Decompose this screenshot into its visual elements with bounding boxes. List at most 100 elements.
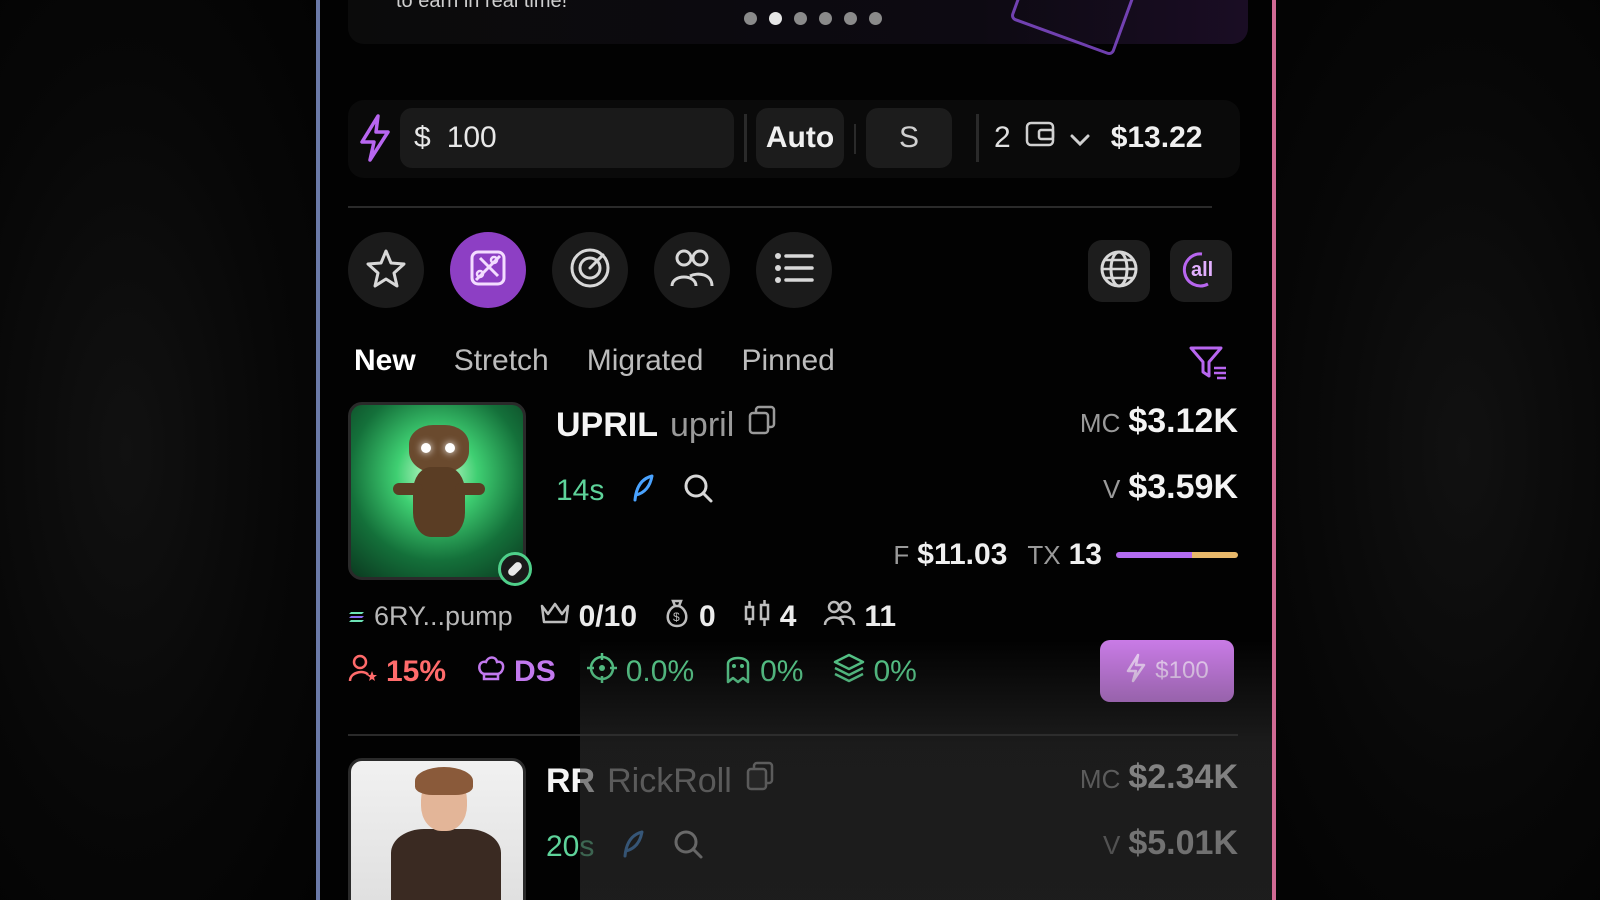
radar-button[interactable]	[552, 232, 628, 308]
pump-feed-button[interactable]	[450, 232, 526, 308]
volume-label: V	[1103, 474, 1121, 504]
dev-holdings-stat: $ 0	[663, 598, 716, 635]
users-icon	[668, 246, 716, 295]
market-cap-label: MC	[1079, 408, 1121, 438]
all-filter-button[interactable]: all	[1170, 240, 1232, 302]
market-cap-value: $2.34K	[1128, 758, 1238, 796]
favorites-button[interactable]	[348, 232, 424, 308]
filter-button[interactable]	[1188, 344, 1228, 385]
star-icon	[364, 246, 408, 295]
token-card[interactable]: RR RickRoll 20s MC $2.34K V $5.01K	[348, 758, 1238, 900]
globe-button[interactable]	[1088, 240, 1150, 302]
quick-buy-bar: $ 100 Auto S 2 $13.22	[348, 100, 1240, 178]
radar-icon	[567, 245, 613, 296]
search-icon[interactable]	[672, 828, 704, 865]
candles-stat: 4	[742, 598, 797, 635]
buy-ratio-fill	[1116, 552, 1192, 558]
token-name: RickRoll	[607, 762, 732, 800]
token-image-figure	[391, 829, 501, 900]
card-divider	[348, 734, 1238, 736]
token-image[interactable]	[348, 402, 526, 580]
insider-stat: 0%	[724, 652, 803, 692]
token-address[interactable]: 6RY...pump	[348, 601, 513, 633]
token-age: 20s	[546, 829, 595, 863]
token-meta-row: 14s	[556, 472, 714, 509]
carousel-dot[interactable]	[794, 12, 807, 25]
volume-label: V	[1103, 830, 1121, 860]
money-bag-icon: $	[663, 598, 691, 635]
buy-amount-input[interactable]: $ 100	[400, 108, 734, 168]
sniper-value: 0.0%	[625, 655, 695, 688]
dev-sold-label: DS	[514, 655, 556, 688]
copy-icon[interactable]	[746, 404, 778, 441]
fees-value: $11.03	[917, 538, 1008, 571]
tx-label: TX	[1027, 539, 1061, 570]
carousel-dot-active[interactable]	[769, 12, 782, 25]
svg-text:$: $	[673, 610, 680, 624]
pill-icon	[498, 552, 532, 586]
token-address-text: 6RY...pump	[374, 601, 513, 631]
carousel-dot[interactable]	[869, 12, 882, 25]
bonding-progress	[373, 577, 513, 580]
token-stats-row: 6RY...pump 0/10 $ 0 4 11	[348, 598, 896, 635]
speed-button[interactable]: S	[866, 108, 952, 168]
quick-buy-label: $100	[1155, 657, 1209, 684]
carousel-dot[interactable]	[844, 12, 857, 25]
bundle-value: 0%	[873, 655, 917, 688]
buy-sell-ratio-bar	[1116, 552, 1238, 558]
carousel-dot[interactable]	[819, 12, 832, 25]
tx-value: 13	[1068, 538, 1102, 571]
holders-value: 11	[864, 599, 897, 633]
copy-icon[interactable]	[744, 760, 776, 797]
scissors-percent-icon	[466, 246, 510, 295]
quick-buy-button[interactable]: $100	[1100, 640, 1234, 702]
chef-hat-icon	[476, 654, 506, 690]
token-name-row: UPRIL upril	[556, 404, 778, 445]
token-card[interactable]: UPRIL upril 14s MC $3.12K V $3.59K F $11…	[348, 402, 1238, 718]
search-icon[interactable]	[682, 472, 714, 509]
sell-ratio-fill	[1191, 552, 1238, 558]
solana-icon	[348, 601, 366, 633]
crown-icon	[539, 600, 571, 633]
token-name: upril	[670, 406, 735, 444]
layers-icon	[833, 652, 865, 692]
feather-icon[interactable]	[630, 473, 656, 508]
volume: V $5.01K	[1103, 824, 1238, 863]
auto-mode-button[interactable]: Auto	[756, 108, 844, 168]
promo-banner[interactable]: to earn in real time!	[348, 0, 1248, 57]
currency-symbol: $	[414, 121, 431, 154]
tab-stretch[interactable]: Stretch	[454, 344, 549, 378]
all-filter-icon: all	[1178, 248, 1224, 295]
user-star-icon	[348, 653, 378, 691]
fees-tx-row: F $11.03 TX 13	[893, 538, 1238, 572]
community-button[interactable]	[654, 232, 730, 308]
market-cap: MC $3.12K	[1080, 402, 1238, 441]
tab-pinned[interactable]: Pinned	[741, 344, 834, 378]
token-risk-row: 15% DS 0.0% 0% 0%	[348, 652, 917, 692]
top-holders-stat: 0/10	[539, 600, 637, 634]
list-view-button[interactable]	[756, 232, 832, 308]
carousel-dots	[744, 12, 882, 25]
insider-value: 0%	[760, 655, 804, 688]
candles-value: 4	[779, 599, 797, 633]
filter-icon	[1188, 346, 1228, 384]
token-meta-row: 20s	[546, 828, 704, 865]
feather-icon[interactable]	[620, 829, 646, 864]
fees-label: F	[893, 539, 910, 570]
dev-sold-stat: DS	[476, 654, 556, 690]
holders-stat: 11	[822, 599, 896, 634]
market-cap-label: MC	[1079, 764, 1121, 794]
tab-migrated[interactable]: Migrated	[587, 344, 704, 378]
token-image[interactable]	[348, 758, 526, 900]
carousel-dot[interactable]	[744, 12, 757, 25]
chevron-down-icon[interactable]	[1069, 121, 1091, 155]
background-left	[0, 0, 316, 900]
banner-text: to earn in real time!	[396, 0, 568, 12]
tab-new[interactable]: New	[354, 344, 416, 378]
lightning-icon	[358, 114, 392, 167]
feed-tabs: New Stretch Migrated Pinned	[354, 344, 835, 378]
wallet-selector[interactable]: 2 $13.22	[994, 108, 1202, 168]
candlestick-icon	[742, 598, 772, 635]
list-icon	[772, 248, 816, 293]
globe-icon	[1098, 248, 1140, 295]
